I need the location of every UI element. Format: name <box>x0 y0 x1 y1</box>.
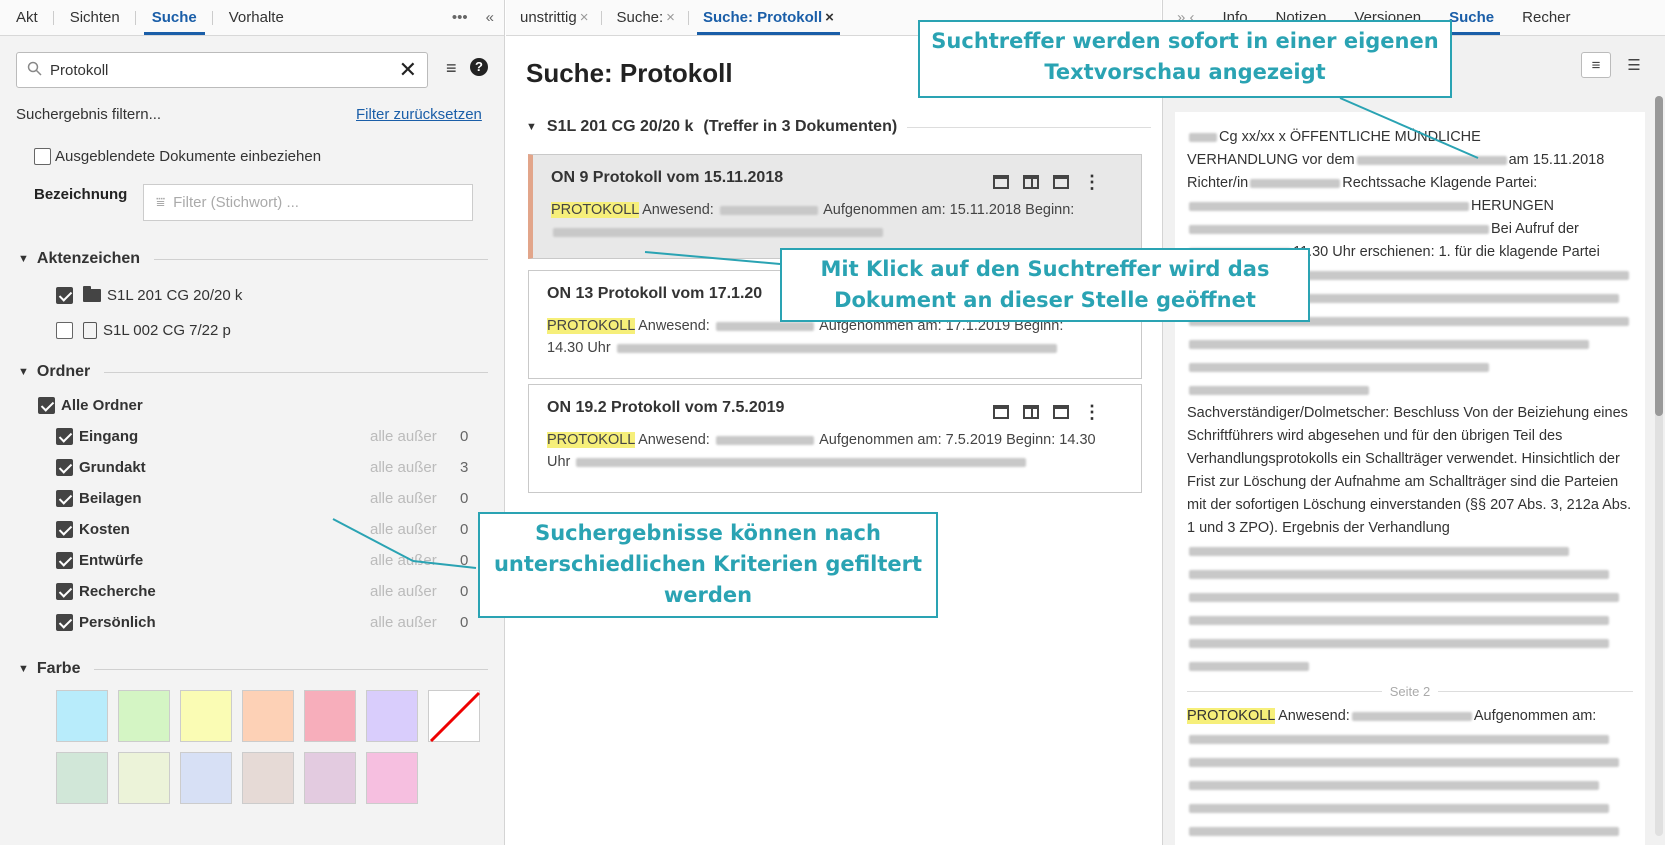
search-result-card[interactable]: ON 9 Protokoll vom 15.11.2018 ⋮ PROTOKOL… <box>528 154 1142 259</box>
section-farbe[interactable]: ▼ Farbe <box>18 660 488 678</box>
section-ordner[interactable]: ▼ Ordner <box>18 363 488 381</box>
open-tab-icon[interactable] <box>1053 405 1069 419</box>
folder-row-persoenlich[interactable]: Persönlich alle außer 0 <box>56 614 476 631</box>
search-icon <box>27 61 42 80</box>
folder-row-kosten[interactable]: Kosten alle außer 0 <box>56 521 476 538</box>
filter-icon: ⩸ <box>156 194 166 211</box>
checkbox[interactable] <box>56 287 73 304</box>
aktenzeichen-item[interactable]: S1L 002 CG 7/22 p <box>56 322 231 339</box>
close-icon[interactable]: × <box>825 9 834 26</box>
open-tab-icon[interactable] <box>1053 175 1069 189</box>
page-title: Suche: Protokoll <box>526 58 733 88</box>
color-swatch[interactable] <box>242 690 294 742</box>
list-view-button[interactable]: ☰ <box>1619 52 1649 78</box>
color-swatch[interactable] <box>180 752 232 804</box>
tab-suche[interactable]: Suche: × <box>602 0 690 36</box>
more-options-icon[interactable]: ⋮ <box>1083 403 1101 421</box>
lines-icon: ≡ <box>1591 56 1601 74</box>
include-hidden-checkbox[interactable]: Ausgeblendete Dokumente einbeziehen <box>34 148 321 165</box>
folder-row-entwuerfe[interactable]: Entwürfe alle außer 0 <box>56 552 476 569</box>
color-swatch[interactable] <box>56 690 108 742</box>
open-window-icon[interactable] <box>993 175 1009 189</box>
more-options-icon[interactable]: ⋮ <box>1083 173 1101 191</box>
text-view-button[interactable]: ≡ <box>1581 52 1611 78</box>
color-swatch[interactable] <box>242 752 294 804</box>
close-icon[interactable]: × <box>580 9 589 26</box>
filter-title: Suchergebnis filtern... <box>16 106 162 123</box>
checkbox[interactable] <box>56 322 73 339</box>
clear-search-icon[interactable]: ✕ <box>399 57 417 83</box>
checkbox[interactable] <box>34 148 51 165</box>
search-input[interactable]: Protokoll ✕ <box>16 52 428 88</box>
color-swatch[interactable] <box>366 690 418 742</box>
close-icon[interactable]: × <box>666 9 675 26</box>
bezeichnung-label: Bezeichnung <box>34 186 128 203</box>
folder-row-beilagen[interactable]: Beilagen alle außer 0 <box>56 490 476 507</box>
checkbox[interactable] <box>38 397 55 414</box>
preview-paragraph: Sachverständiger/Dolmetscher: Beschluss … <box>1187 405 1632 536</box>
preview-pane: » ‹ Info Notizen Versionen Suche Recher … <box>1162 0 1665 845</box>
caret-down-icon: ▼ <box>18 253 29 265</box>
page-separator: Seite 2 <box>1187 680 1634 703</box>
all-folders-checkbox[interactable]: Alle Ordner <box>38 397 458 414</box>
color-swatch[interactable] <box>304 752 356 804</box>
section-aktenzeichen[interactable]: ▼ Aktenzeichen <box>18 250 488 268</box>
folder-row-eingang[interactable]: Eingang alle außer 0 <box>56 428 476 445</box>
callout-preview: Suchtreffer werden sofort in einer eigen… <box>918 20 1452 98</box>
tab-unstrittig[interactable]: unstrittig × <box>506 0 603 36</box>
search-result-card[interactable]: ON 19.2 Protokoll vom 7.5.2019 ⋮ PROTOKO… <box>528 384 1142 493</box>
folder-icon <box>83 286 101 302</box>
callout-open-document: Mit Klick auf den Suchtreffer wird das D… <box>780 248 1310 322</box>
caret-down-icon: ▼ <box>18 366 29 378</box>
color-swatch[interactable] <box>366 752 418 804</box>
result-group-header[interactable]: ▼ S1L 201 CG 20/20 k (Treffer in 3 Dokum… <box>526 118 1151 136</box>
color-swatch[interactable] <box>304 690 356 742</box>
tab-recherche[interactable]: Recher <box>1508 0 1584 36</box>
result-snippet: PROTOKOLL Anwesend: Aufgenommen am: 15.1… <box>551 199 1123 243</box>
left-tabbar: Akt Sichten Suche Vorhalte ••• « <box>0 0 504 36</box>
no-color-swatch[interactable] <box>428 690 481 743</box>
caret-down-icon: ▼ <box>18 663 29 675</box>
tab-suche[interactable]: Suche <box>136 0 213 36</box>
result-snippet: PROTOKOLL Anwesend: Aufgenommen am: 7.5.… <box>547 432 1096 470</box>
filter-pane: Akt Sichten Suche Vorhalte ••• « Protoko… <box>0 0 505 845</box>
search-value: Protokoll <box>50 61 109 79</box>
caret-down-icon: ▼ <box>526 121 537 133</box>
color-swatch[interactable] <box>118 752 170 804</box>
linked-document-icon <box>83 322 97 339</box>
tab-vorhalte[interactable]: Vorhalte <box>213 0 300 36</box>
text-preview[interactable]: Cg xx/xx x ÖFFENTLICHE MÜNDLICHE VERHAND… <box>1175 112 1645 845</box>
tab-akt[interactable]: Akt <box>0 0 54 36</box>
callout-filter: Suchergebnisse können nach unterschiedli… <box>478 512 938 618</box>
tab-sichten[interactable]: Sichten <box>54 0 136 36</box>
reset-filter-link[interactable]: Filter zurücksetzen <box>356 106 482 123</box>
list-icon: ☰ <box>1627 57 1641 74</box>
color-swatch[interactable] <box>56 752 108 804</box>
results-pane: unstrittig × Suche: × Suche: Protokoll × Su… <box>506 0 1161 845</box>
color-swatch[interactable] <box>180 690 232 742</box>
search-options-icon[interactable]: ≡ <box>446 58 457 79</box>
folder-row-grundakt[interactable]: Grundakt alle außer 3 <box>56 459 476 476</box>
collapse-left-icon[interactable]: « <box>486 9 494 26</box>
split-view-icon[interactable] <box>1023 405 1039 419</box>
open-window-icon[interactable] <box>993 405 1009 419</box>
scrollbar-thumb[interactable] <box>1655 96 1663 416</box>
aktenzeichen-item[interactable]: S1L 201 CG 20/20 k <box>56 286 242 304</box>
folder-row-recherche[interactable]: Recherche alle außer 0 <box>56 583 476 600</box>
split-view-icon[interactable] <box>1023 175 1039 189</box>
color-swatch[interactable] <box>118 690 170 742</box>
help-icon[interactable]: ? <box>470 58 488 76</box>
more-icon[interactable]: ••• <box>452 9 468 26</box>
tab-suche-protokoll[interactable]: Suche: Protokoll × <box>689 0 848 36</box>
bezeichnung-filter-input[interactable]: ⩸ Filter (Stichwort) ... <box>143 184 473 221</box>
